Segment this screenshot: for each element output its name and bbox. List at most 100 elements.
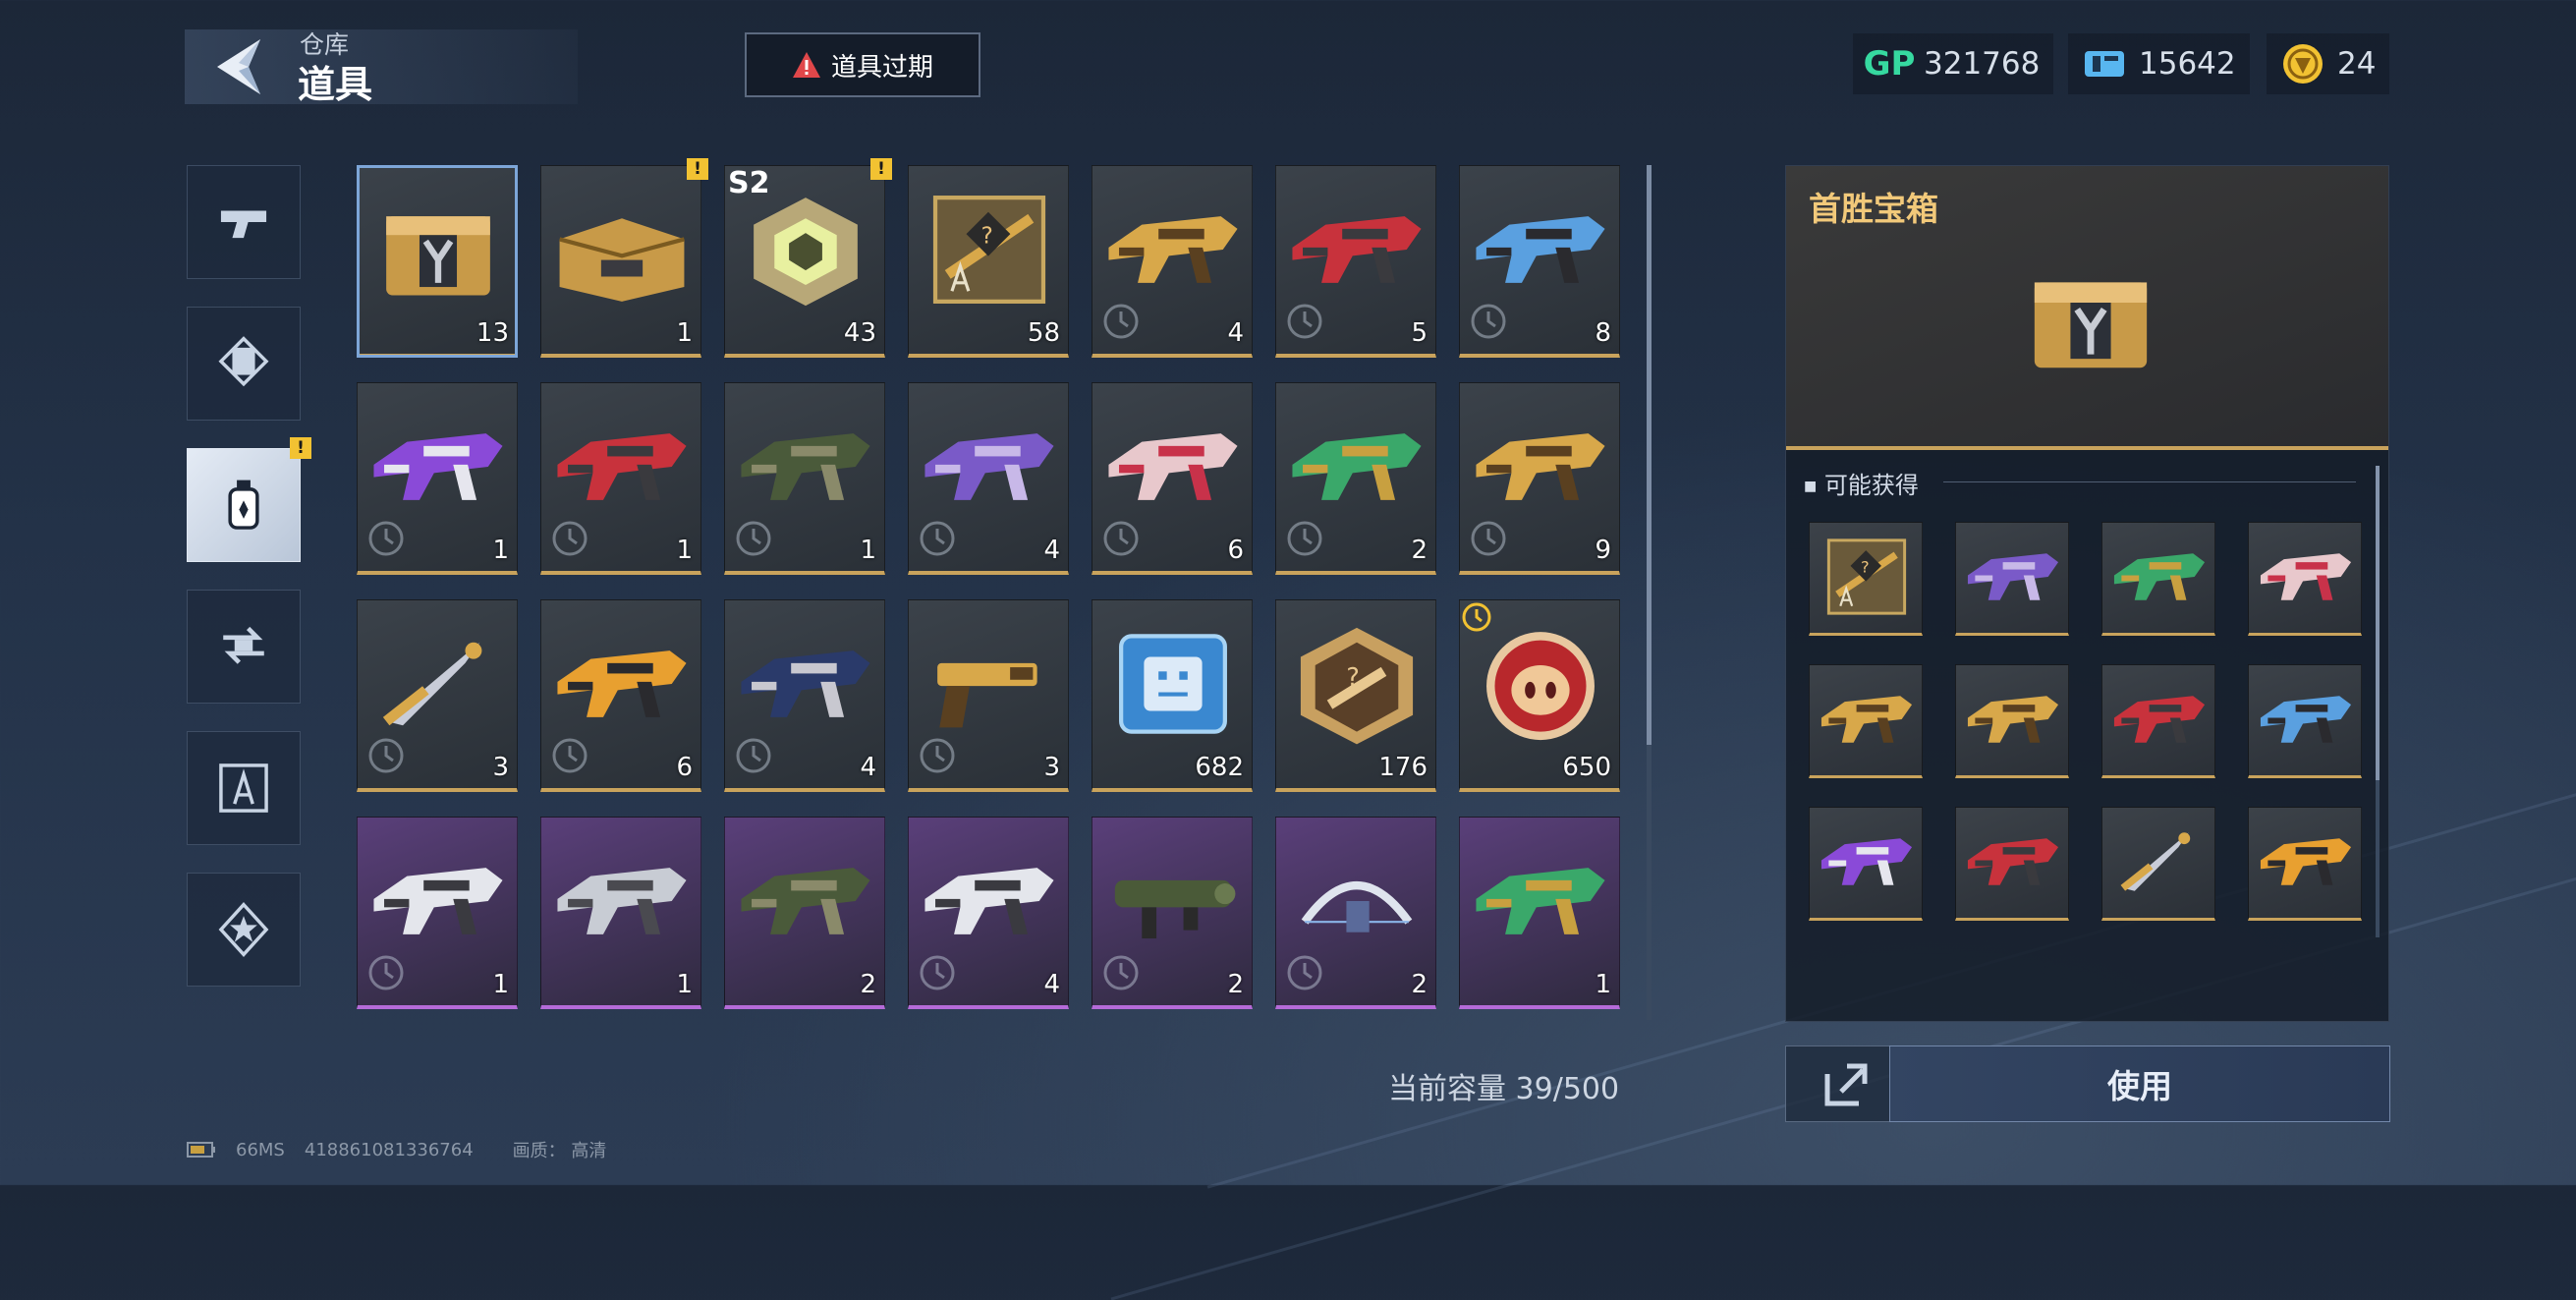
- reward-item[interactable]: [2248, 807, 2362, 921]
- capacity-text: 当前容量 39/500: [1388, 1072, 1620, 1106]
- reward-item[interactable]: [1955, 664, 2069, 778]
- category-tab-badges[interactable]: [187, 873, 301, 987]
- item-count: 2: [1227, 970, 1244, 999]
- rifle-silver-icon: [557, 868, 687, 934]
- category-tab-cards[interactable]: [187, 307, 301, 421]
- item-image: [917, 837, 1060, 965]
- inventory-item[interactable]: 1: [724, 382, 885, 575]
- inventory-item[interactable]: 6: [540, 599, 701, 792]
- divider: [1943, 481, 2356, 482]
- inventory-item[interactable]: ? 176: [1275, 599, 1436, 792]
- inventory-item[interactable]: 13: [357, 165, 518, 358]
- star-badge-icon: [218, 902, 269, 957]
- inventory-item[interactable]: 2: [724, 817, 885, 1009]
- rifle-gold-black-icon: [1108, 216, 1238, 283]
- inventory-item[interactable]: 6: [1092, 382, 1253, 575]
- rifle-camo-icon: [741, 433, 870, 500]
- item-count: 1: [860, 536, 876, 565]
- item-image: [733, 403, 876, 531]
- inventory-item[interactable]: 2: [1275, 382, 1436, 575]
- item-image: [733, 186, 876, 313]
- category-tab-blueprints[interactable]: [187, 731, 301, 845]
- rifle-blue-icon: [2260, 696, 2352, 743]
- inventory-item[interactable]: 3: [357, 599, 518, 792]
- inventory-item[interactable]: ? 58: [908, 165, 1069, 358]
- inventory-item[interactable]: 2: [1275, 817, 1436, 1009]
- clock-icon: [1103, 521, 1139, 556]
- reward-item[interactable]: [2248, 664, 2362, 778]
- use-button[interactable]: 使用: [1889, 1046, 2390, 1122]
- reward-item[interactable]: [1809, 807, 1923, 921]
- reward-item[interactable]: [2101, 664, 2215, 778]
- inventory-item[interactable]: ! 1: [540, 158, 708, 358]
- item-image: [1100, 403, 1244, 531]
- inventory-item[interactable]: 4: [724, 599, 885, 792]
- inventory-item[interactable]: 2: [1092, 817, 1253, 1009]
- item-image: [365, 186, 509, 313]
- reward-item[interactable]: [2101, 807, 2215, 921]
- warning-icon: [792, 52, 820, 78]
- inventory-scrollbar[interactable]: [1647, 165, 1652, 1020]
- reward-item[interactable]: ?: [1809, 522, 1923, 636]
- item-image: [365, 403, 509, 531]
- blueprint-card-icon: ?: [1826, 538, 1907, 615]
- rifle-black-red-icon: [557, 433, 687, 500]
- item-count: 3: [492, 753, 509, 782]
- reward-image: ?: [1816, 533, 1918, 621]
- rifle-gold-black-icon: [1967, 696, 2059, 743]
- back-button[interactable]: [209, 35, 270, 98]
- inventory-item[interactable]: 5: [1275, 165, 1436, 358]
- item-detail-panel: 首胜宝箱 ■ 可能获得 ?: [1785, 165, 2389, 1022]
- rewards-scrollbar-thumb[interactable]: [2376, 466, 2380, 780]
- clock-icon: [552, 738, 588, 773]
- category-tab-weapons[interactable]: [187, 165, 301, 279]
- item-count: 176: [1378, 753, 1428, 782]
- reward-item[interactable]: [2101, 522, 2215, 636]
- pistol-icon: [220, 210, 267, 239]
- inventory-scrollbar-thumb[interactable]: [1647, 165, 1652, 745]
- quality-text: 画质： 高清: [512, 1141, 607, 1161]
- bow-white-icon: [1301, 881, 1413, 933]
- item-count: 8: [1595, 318, 1611, 348]
- reward-item[interactable]: [2248, 522, 2362, 636]
- expired-items-button[interactable]: 道具过期: [745, 32, 980, 97]
- inventory-item[interactable]: 1: [540, 382, 701, 575]
- clock-icon: [1471, 304, 1506, 339]
- inventory-item[interactable]: S2! 43: [724, 158, 892, 358]
- inventory-item[interactable]: 3: [908, 599, 1069, 792]
- clock-icon: [920, 521, 955, 556]
- season-tag: S2: [728, 166, 770, 200]
- inventory-item[interactable]: 1: [357, 817, 518, 1009]
- rewards-scrollbar[interactable]: [2376, 466, 2380, 937]
- reward-item[interactable]: [1955, 807, 2069, 921]
- chip-blue-icon: [1119, 634, 1227, 734]
- inventory-item[interactable]: 8: [1459, 165, 1620, 358]
- reward-image: [1816, 675, 1918, 763]
- rifle-orange-icon: [2260, 838, 2352, 885]
- item-count: 682: [1195, 753, 1244, 782]
- inventory-item[interactable]: 682: [1092, 599, 1253, 792]
- possible-rewards-text: 可能获得: [1823, 472, 1919, 499]
- item-image: [365, 837, 509, 965]
- clock-icon: [368, 521, 404, 556]
- inventory-item[interactable]: 4: [908, 817, 1069, 1009]
- category-tab-exchange[interactable]: [187, 590, 301, 704]
- inventory-item[interactable]: 650: [1459, 599, 1620, 792]
- reward-item[interactable]: [1955, 522, 2069, 636]
- item-image: [1468, 837, 1611, 965]
- reward-item[interactable]: [1809, 664, 1923, 778]
- clock-icon: [736, 738, 771, 773]
- alert-badge: !: [687, 158, 708, 180]
- inventory-item[interactable]: 1: [1459, 817, 1620, 1009]
- category-tab-items[interactable]: !: [187, 437, 311, 562]
- gold-coin-icon: [2280, 41, 2325, 86]
- inventory-item[interactable]: 1: [540, 817, 701, 1009]
- inventory-item[interactable]: 1: [357, 382, 518, 575]
- reward-image: [1962, 533, 2064, 621]
- reward-image: [2108, 675, 2211, 763]
- inventory-item[interactable]: 9: [1459, 382, 1620, 575]
- rifle-pink-icon: [1108, 433, 1238, 500]
- inventory-item[interactable]: 4: [908, 382, 1069, 575]
- item-count: 650: [1562, 753, 1611, 782]
- inventory-item[interactable]: 4: [1092, 165, 1253, 358]
